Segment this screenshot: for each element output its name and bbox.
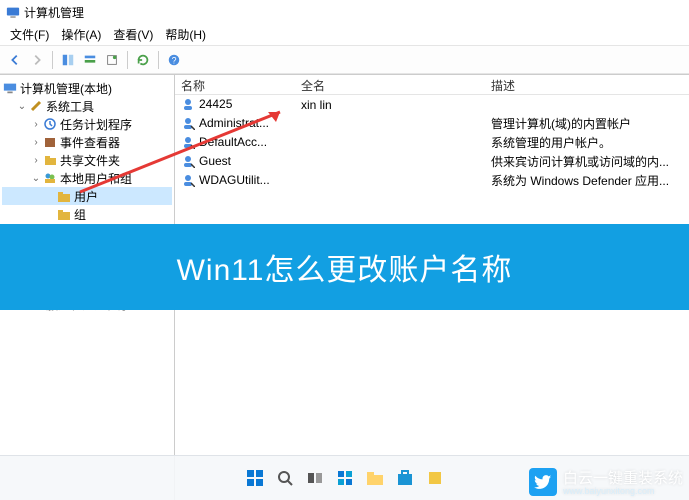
watermark-url: www.baiyunxitong.com — [563, 486, 683, 496]
column-header-fullname[interactable]: 全名 — [295, 75, 485, 94]
menu-help[interactable]: 帮助(H) — [159, 24, 212, 45]
tree-groups[interactable]: 组 — [2, 205, 172, 223]
banner-text: Win11怎么更改账户名称 — [177, 245, 513, 289]
watermark-brand: 白云一键重装系统 — [563, 470, 683, 487]
show-button[interactable] — [57, 49, 79, 71]
event-icon — [42, 134, 58, 150]
list-item[interactable]: Guest 供来宾访问计算机或访问域的内... — [175, 152, 689, 171]
watermark: 白云一键重装系统 www.baiyunxitong.com — [529, 467, 683, 496]
back-button[interactable] — [4, 49, 26, 71]
export-button[interactable] — [101, 49, 123, 71]
tree-label: 事件查看器 — [60, 134, 120, 151]
cell-fullname: xin lin — [295, 98, 485, 112]
expand-icon[interactable]: › — [30, 155, 42, 166]
cell-name: DefaultAcc... — [199, 135, 267, 149]
list-item[interactable]: Administrat... 管理计算机(域)的内置帐户 — [175, 114, 689, 133]
computer-management-window: 计算机管理 文件(F) 操作(A) 查看(V) 帮助(H) ? 计算机管理(本地… — [0, 0, 689, 500]
user-icon — [181, 116, 197, 132]
user-icon — [181, 135, 197, 151]
watermark-text: 白云一键重装系统 www.baiyunxitong.com — [563, 467, 683, 496]
user-icon — [181, 173, 197, 189]
tree-shared-folders[interactable]: › 共享文件夹 — [2, 151, 172, 169]
tree-label: 本地用户和组 — [60, 170, 132, 187]
forward-button[interactable] — [26, 49, 48, 71]
titlebar: 计算机管理 — [0, 0, 689, 24]
store-button[interactable] — [392, 465, 418, 491]
tree-label: 系统工具 — [46, 98, 94, 115]
cell-description: 管理计算机(域)的内置帐户 — [485, 115, 689, 132]
user-icon — [181, 154, 197, 170]
app-icon — [6, 5, 20, 19]
computer-icon — [2, 80, 18, 96]
menu-action[interactable]: 操作(A) — [55, 24, 107, 45]
cell-description: 系统为 Windows Defender 应用... — [485, 172, 689, 189]
menu-file[interactable]: 文件(F) — [4, 24, 55, 45]
bird-icon — [529, 468, 557, 496]
folder-icon — [56, 188, 72, 204]
expand-icon[interactable]: › — [30, 137, 42, 148]
tree-label: 组 — [74, 206, 86, 223]
file-explorer-button[interactable] — [362, 465, 388, 491]
tree-label: 计算机管理(本地) — [20, 80, 112, 97]
tutorial-banner: Win11怎么更改账户名称 — [0, 224, 689, 310]
cell-name: Guest — [199, 154, 231, 168]
collapse-icon[interactable]: ⌄ — [30, 173, 42, 184]
cell-name: 24425 — [199, 97, 232, 111]
expand-icon[interactable]: › — [30, 119, 42, 130]
widgets-button[interactable] — [332, 465, 358, 491]
column-header-name[interactable]: 名称 — [175, 75, 295, 94]
svg-text:?: ? — [172, 55, 177, 65]
folder-icon — [56, 206, 72, 222]
cell-name: WDAGUtilit... — [199, 173, 270, 187]
clock-icon — [42, 116, 58, 132]
cell-name: Administrat... — [199, 116, 269, 130]
taskview-button[interactable] — [302, 465, 328, 491]
tree-event-viewer[interactable]: › 事件查看器 — [2, 133, 172, 151]
tree-root[interactable]: 计算机管理(本地) — [2, 79, 172, 97]
list-item[interactable]: 24425 xin lin — [175, 95, 689, 114]
menubar: 文件(F) 操作(A) 查看(V) 帮助(H) — [0, 24, 689, 46]
expand-icon[interactable]: ⌄ — [16, 101, 28, 112]
cell-description: 供来宾访问计算机或访问域的内... — [485, 153, 689, 170]
tree-system-tools[interactable]: ⌄ 系统工具 — [2, 97, 172, 115]
toolbar-separator — [158, 51, 159, 69]
list-item[interactable]: WDAGUtilit... 系统为 Windows Defender 应用... — [175, 171, 689, 190]
properties-button[interactable] — [79, 49, 101, 71]
user-icon — [181, 97, 197, 113]
window-title: 计算机管理 — [24, 4, 84, 21]
start-button[interactable] — [242, 465, 268, 491]
tools-icon — [28, 98, 44, 114]
cell-description: 系统管理的用户帐户。 — [485, 134, 689, 151]
search-button[interactable] — [272, 465, 298, 491]
list-item[interactable]: DefaultAcc... 系统管理的用户帐户。 — [175, 133, 689, 152]
tree-users[interactable]: 用户 — [2, 187, 172, 205]
users-groups-icon — [42, 170, 58, 186]
tree-label: 用户 — [74, 188, 98, 205]
tree-label: 任务计划程序 — [60, 116, 132, 133]
shared-folder-icon — [42, 152, 58, 168]
toolbar-separator — [127, 51, 128, 69]
menu-view[interactable]: 查看(V) — [107, 24, 159, 45]
column-headers: 名称 全名 描述 — [175, 75, 689, 95]
tree-task-scheduler[interactable]: › 任务计划程序 — [2, 115, 172, 133]
tree-local-users-groups[interactable]: ⌄ 本地用户和组 — [2, 169, 172, 187]
toolbar: ? — [0, 46, 689, 74]
help-button[interactable]: ? — [163, 49, 185, 71]
app-button[interactable] — [422, 465, 448, 491]
refresh-button[interactable] — [132, 49, 154, 71]
toolbar-separator — [52, 51, 53, 69]
column-header-description[interactable]: 描述 — [485, 75, 689, 94]
tree-label: 共享文件夹 — [60, 152, 120, 169]
